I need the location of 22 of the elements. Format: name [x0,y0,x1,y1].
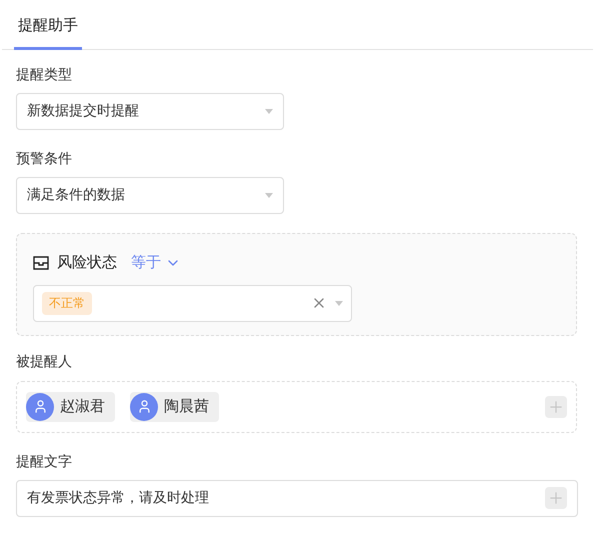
select-field[interactable]: 满足条件的数据 [16,176,284,214]
dropdown-caret-icon [265,108,273,114]
person-icon [32,399,48,414]
person-icon [136,399,152,414]
value-tag: 不正常 [42,292,92,314]
dropdown-caret-icon [335,300,343,306]
add-button[interactable] [545,396,567,418]
field-label: 提醒类型 [16,66,73,84]
field-label: 被提醒人 [16,352,73,372]
person-chip[interactable]: 陶晨茜 [130,392,219,422]
reminder-text-field[interactable]: 有发票状态异常，请及时处理 [16,480,578,516]
reminder-text: 有发票状态异常，请及时处理 [27,488,210,508]
person-chip[interactable]: 赵淑君 [26,392,115,422]
add-button[interactable] [545,487,567,509]
dropdown-caret-icon [265,192,273,198]
tray-icon [33,256,49,270]
field-label: 预警条件 [16,150,73,168]
select-field[interactable]: 新数据提交时提醒 [16,92,284,130]
field-label: 提醒文字 [16,452,73,472]
tab[interactable]: 提醒助手 [14,14,82,50]
recipients-field[interactable]: 赵淑君 陶晨茜 [16,380,577,432]
condition-field-name: 风险状态 [57,252,117,274]
